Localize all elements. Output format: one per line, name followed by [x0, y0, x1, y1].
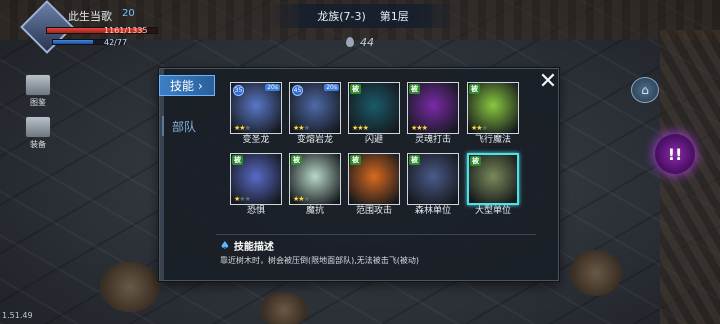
star-icon: ★ — [244, 195, 251, 203]
skill-stars: ★★★ — [411, 124, 428, 132]
player-name: 此生当歌 — [68, 10, 112, 23]
barrel-decoration — [100, 262, 160, 312]
stage-counter: 44 — [300, 33, 420, 51]
armor-icon — [25, 116, 51, 138]
chevron-right-icon: › — [198, 78, 203, 93]
codex-button[interactable]: 图鉴 — [22, 74, 54, 110]
skill-stars: ★★★ — [293, 195, 310, 203]
stage-floor: 第1层 — [379, 10, 409, 23]
close-icon: ✕ — [538, 69, 558, 94]
skill-level-badge: 45 — [292, 85, 303, 96]
skill-tile[interactable]: 被 — [407, 153, 459, 205]
skill-tile[interactable]: 45 20s ★★★ — [289, 82, 341, 134]
skill-name: 变熔岩龙 — [296, 135, 333, 145]
star-icon: ★ — [303, 195, 310, 203]
skill-name: 变圣龙 — [242, 135, 270, 145]
skill-name: 森林单位 — [414, 206, 451, 216]
star-icon: ★ — [421, 124, 428, 132]
passive-badge: 被 — [350, 155, 361, 165]
star-icon: ★ — [362, 124, 369, 132]
player-level: 20 — [122, 8, 135, 19]
skill-name: 魔抗 — [305, 206, 324, 216]
skill-level-badge: 35 — [233, 85, 244, 96]
skill-tile[interactable]: 被 ★★★ — [348, 82, 400, 134]
skill-name: 飞行魔法 — [474, 135, 511, 145]
star-icon: ★ — [244, 124, 251, 132]
skill-stars: ★★★ — [293, 124, 310, 132]
soul-drop-icon — [346, 37, 354, 47]
skill-tile[interactable]: 被 — [348, 153, 400, 205]
passive-badge: 被 — [470, 156, 481, 166]
codex-label: 图鉴 — [30, 98, 46, 107]
book-icon — [25, 74, 51, 96]
equipment-label: 装备 — [30, 140, 46, 149]
skill-stars: ★★★ — [352, 124, 369, 132]
skill-tile[interactable]: 被 ★★★ — [407, 82, 459, 134]
skill-stars: ★★★ — [471, 124, 488, 132]
mp-fill — [53, 40, 93, 44]
skill-name: 闪避 — [364, 135, 383, 145]
tab-team[interactable]: 部队 — [162, 116, 210, 136]
version-text: 1.51.49 — [2, 311, 33, 320]
mp-text: 42/77 — [104, 38, 128, 47]
magic-icon: !! — [667, 144, 683, 164]
close-button[interactable]: ✕ — [537, 71, 559, 93]
star-icon: ★ — [481, 124, 488, 132]
description-divider — [216, 234, 536, 235]
passive-badge: 被 — [291, 155, 302, 165]
tab-skill[interactable]: 技能 › — [159, 75, 215, 96]
tombstone-icon: ⌂ — [641, 83, 649, 97]
passive-badge: 被 — [350, 84, 361, 94]
skill-description-title: 技能描述 — [233, 242, 274, 253]
equipment-button[interactable]: 装备 — [22, 116, 54, 152]
tab-team-label: 部队 — [172, 119, 197, 134]
background-wall-right — [660, 30, 720, 324]
skill-tile[interactable]: 35 20s ★★★ — [230, 82, 282, 134]
passive-badge: 被 — [409, 155, 420, 165]
skill-description-heading: ♠ 技能描述 — [220, 238, 274, 253]
skill-name: 大型单位 — [474, 206, 511, 216]
skill-tile[interactable]: 被 ★★★ — [289, 153, 341, 205]
hp-text: 1161/1335 — [104, 26, 148, 35]
passive-badge: 被 — [469, 84, 480, 94]
skill-name: 灵魂打击 — [414, 135, 451, 145]
skill-tile[interactable]: 被 ★★★ — [230, 153, 282, 205]
tab-skill-label: 技能 — [170, 79, 195, 93]
passive-badge: 被 — [232, 155, 243, 165]
barrel-decoration — [570, 250, 622, 296]
skill-tile[interactable]: 被 — [467, 153, 519, 205]
skill-stars: ★★★ — [234, 195, 251, 203]
barrel-decoration — [260, 292, 308, 324]
skill-tile[interactable]: 被 ★★★ — [467, 82, 519, 134]
skill-name: 范围攻击 — [355, 206, 392, 216]
star-icon: ★ — [303, 124, 310, 132]
skill-name: 恐惧 — [246, 206, 265, 216]
spade-icon: ♠ — [220, 239, 230, 252]
skill-description-text: 靠近树木时，树会被压倒(限地面部队),无法被击飞(被动) — [220, 256, 420, 265]
cooldown-tag: 20s — [265, 84, 280, 91]
tombstone-button[interactable]: ⌂ — [631, 77, 659, 103]
stage-count: 44 — [360, 35, 374, 49]
magic-skill-button[interactable]: !! — [655, 134, 695, 174]
stage-name: 龙族(7-3) — [317, 10, 366, 23]
cooldown-tag: 20s — [324, 84, 339, 91]
passive-badge: 被 — [409, 84, 420, 94]
stage-header: 龙族(7-3) 第1层 — [270, 4, 456, 28]
skill-stars: ★★★ — [234, 124, 251, 132]
